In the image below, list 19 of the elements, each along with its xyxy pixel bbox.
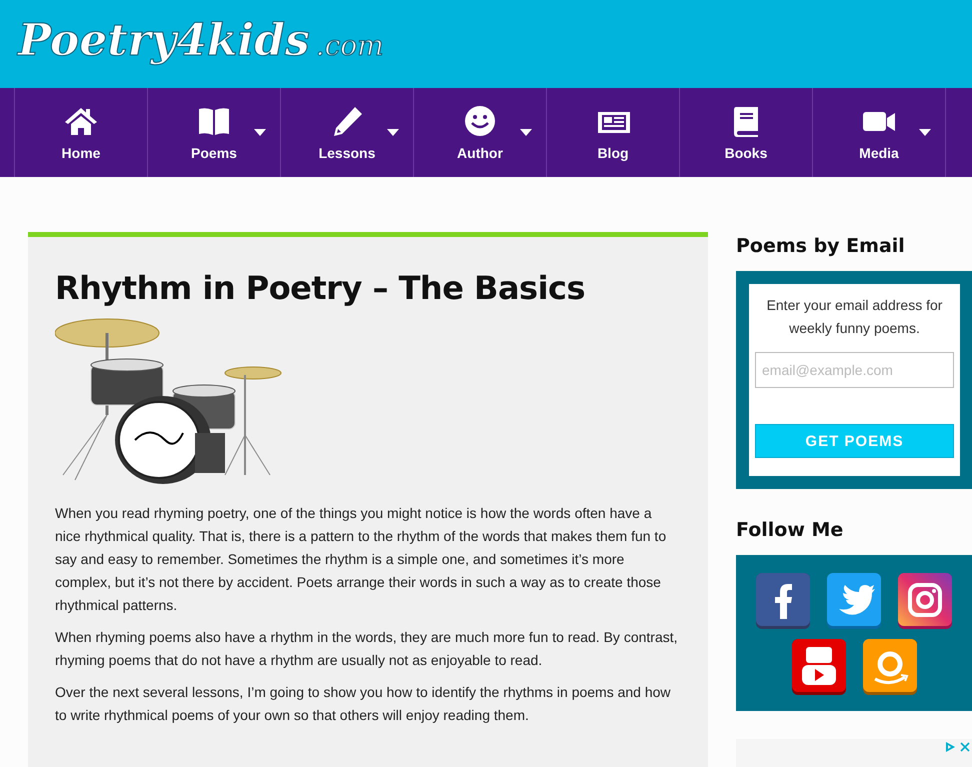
signup-description: Enter your email address for weekly funny poems. [766, 296, 944, 338]
nav-item[interactable]: Media [812, 88, 946, 177]
smiley-icon [462, 104, 498, 136]
nav-item[interactable]: Home [14, 88, 147, 177]
nav-item[interactable]: Author [413, 88, 546, 177]
article-title: Rhythm in Poetry – The Basics [55, 269, 586, 307]
nav-item[interactable]: Poems [147, 88, 280, 177]
widget-heading: Follow Me [736, 519, 844, 541]
twitter-bird-icon[interactable] [827, 573, 881, 629]
widget-heading: Poems by Email [736, 235, 906, 257]
article-paragraph: When rhyming poems also have a rhythm in the words, they are much more fun to read. By contrast, rhyming poems that do not have a rhythm are usually not as enjoyable to read. [55, 628, 679, 670]
article-paragraph: When you read rhyming poetry, one of the things you might notice is how the words often have a nice rhythmical quality. That is, there is a pattern to the rhythm of the words that makes them fun to say and easy to remember. Sometimes the rhythm is a simple one, and sometimes it’s more complex, but it’s not there by accident. Poets arrange their words in such a way as to create those rhythmical patterns. [55, 504, 668, 615]
facebook-icon[interactable] [756, 573, 810, 629]
nav-item[interactable]: Blog [546, 88, 679, 177]
instagram-icon[interactable] [898, 573, 952, 629]
nav-item[interactable]: Books [679, 88, 812, 177]
email-input-field[interactable]: email@example.com [755, 352, 954, 388]
nav-item[interactable]: Lessons [280, 88, 413, 177]
article-paragraph: Over the next several lessons, I’m going to show you how to identify the rhythms in poems and how to write rhythmical poems of your own so that others will enjoy reading them. [55, 683, 672, 725]
